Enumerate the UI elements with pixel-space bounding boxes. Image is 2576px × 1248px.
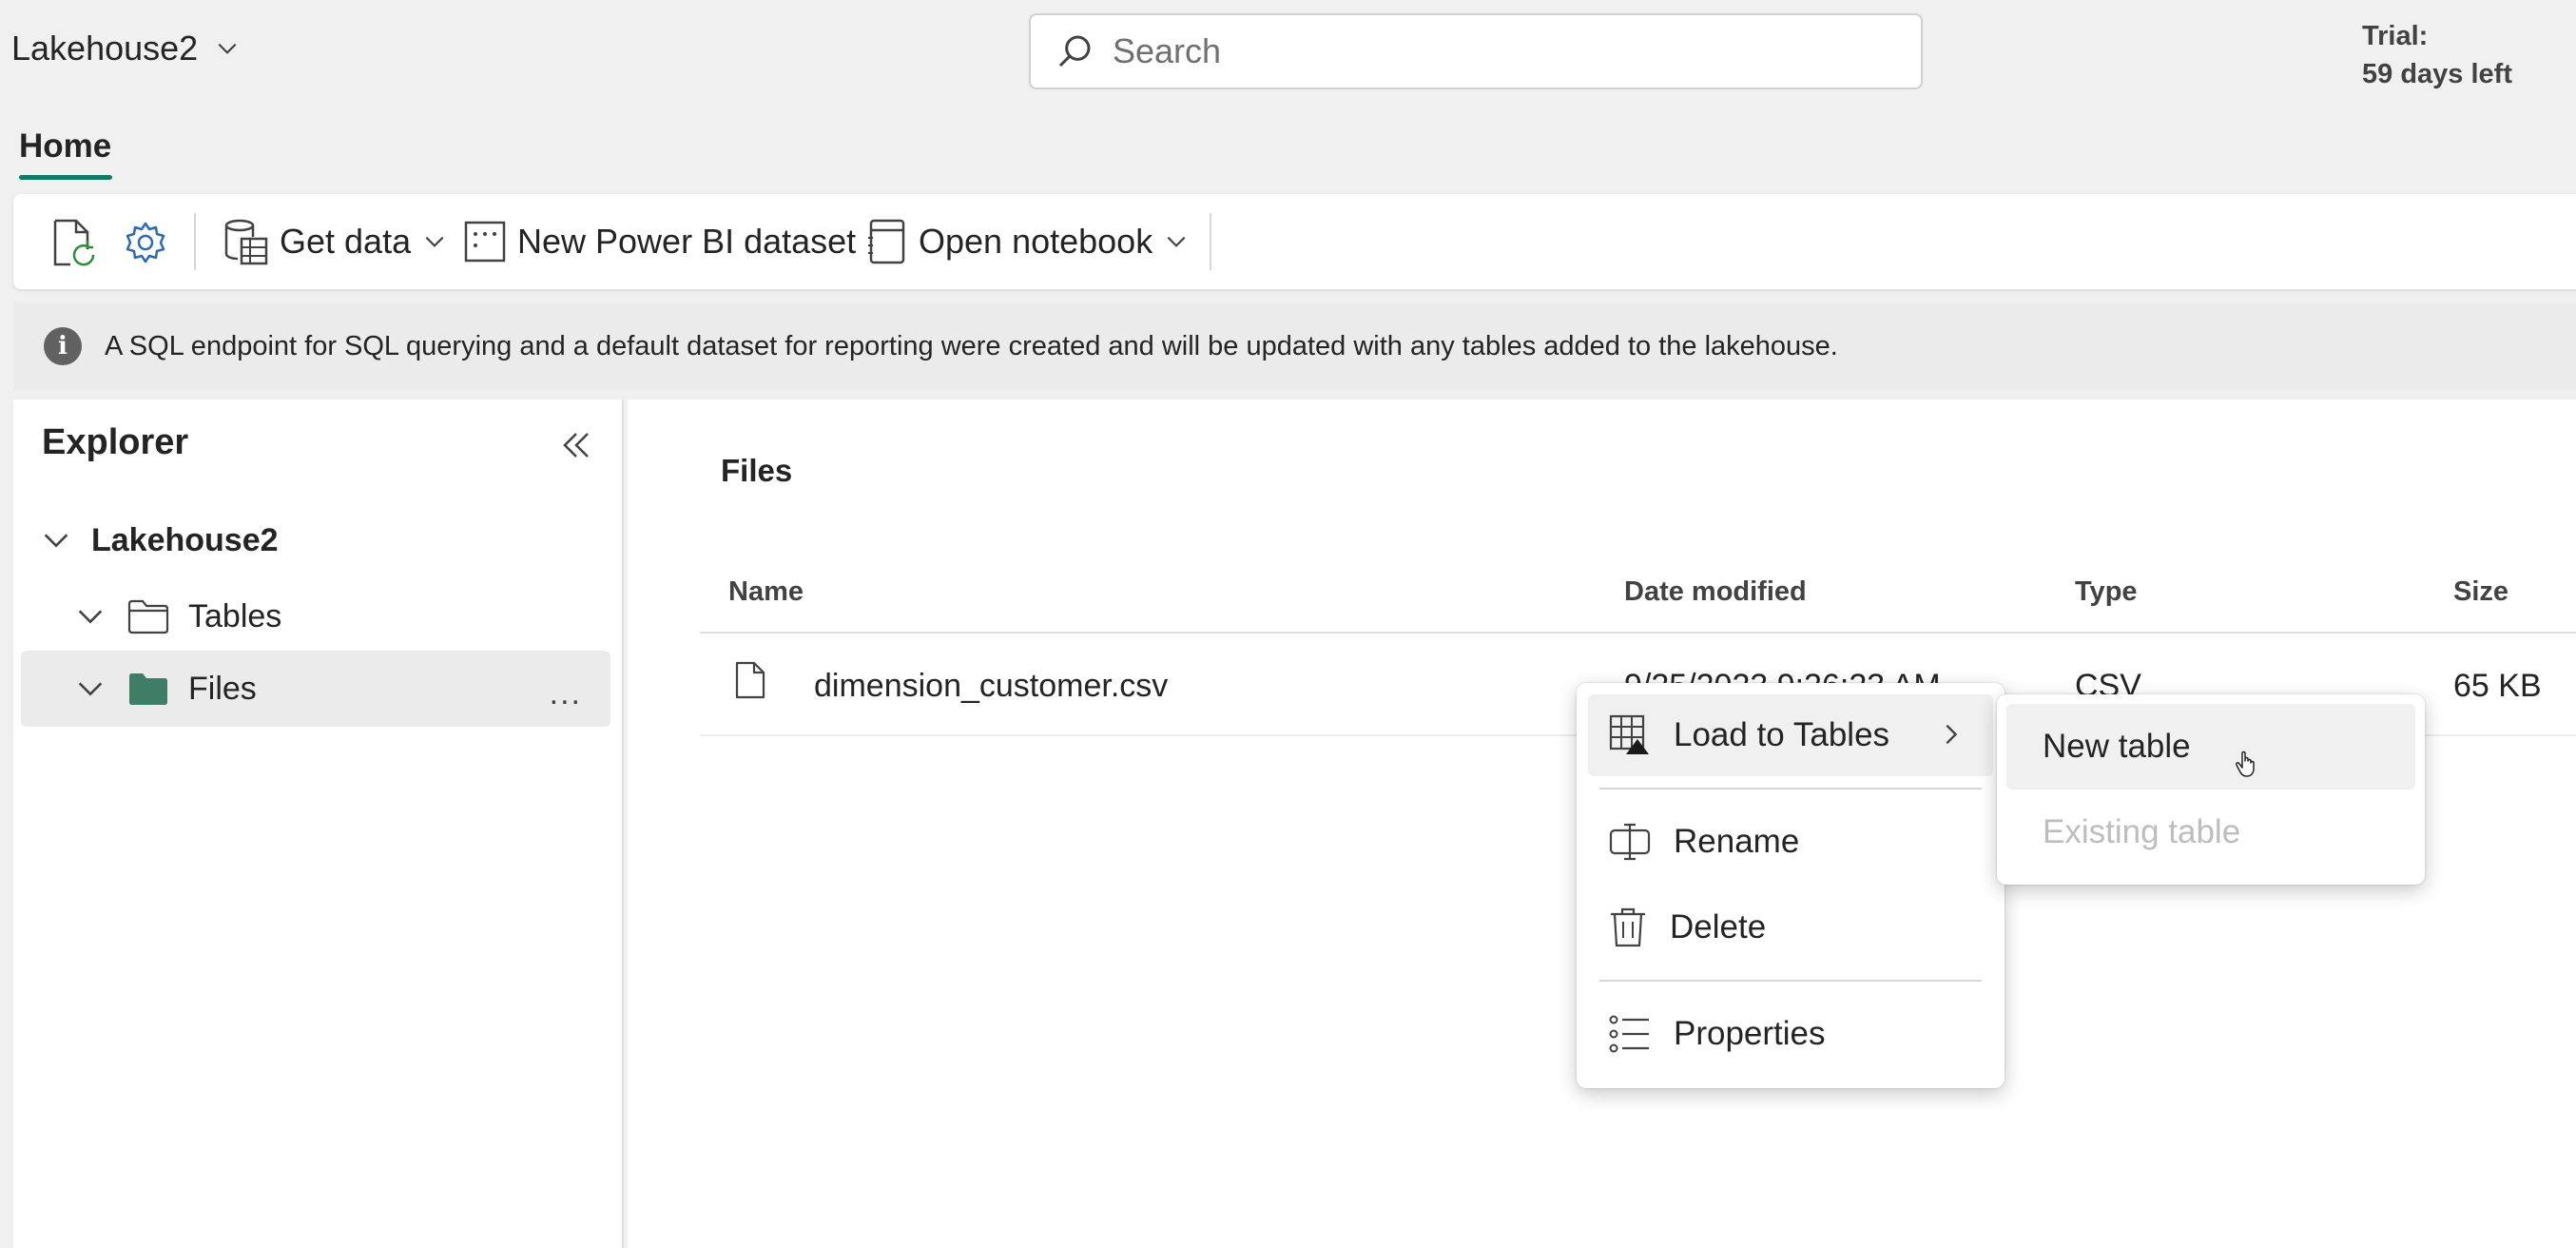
search-box[interactable]	[1029, 13, 1923, 89]
gear-icon	[126, 222, 165, 263]
rename-icon	[1609, 823, 1651, 861]
ribbon-tabs: Home	[0, 107, 2576, 180]
trash-icon	[1611, 907, 1645, 947]
properties-icon	[1609, 1015, 1649, 1053]
chevron-down-icon	[1167, 236, 1186, 247]
tree-tables-label: Tables	[188, 597, 282, 634]
top-bar: Lakehouse2 Trial: 59 days left	[0, 0, 2576, 107]
chevron-down-icon	[78, 610, 103, 624]
hand-cursor-icon	[2236, 751, 2255, 777]
menu-divider	[1599, 788, 1982, 790]
existing-table-label: Existing table	[2043, 813, 2241, 850]
get-data-label: Get data	[280, 222, 412, 261]
ribbon-divider	[1210, 213, 1211, 270]
chevron-down-icon	[218, 43, 237, 54]
column-header-name[interactable]: Name	[728, 576, 804, 608]
tree-lakehouse-label: Lakehouse2	[91, 521, 279, 558]
workspace-name: Lakehouse2	[11, 29, 199, 68]
chevron-down-icon	[44, 534, 68, 548]
folder-icon	[127, 599, 169, 634]
dataset-icon	[464, 221, 506, 263]
tree-files-label: Files	[188, 670, 257, 707]
file-name-cell[interactable]: dimension_customer.csv	[814, 668, 1168, 705]
ribbon-toolbar: Get data New Power BI dataset Open noteb…	[13, 194, 2576, 289]
open-notebook-label: Open notebook	[919, 222, 1153, 261]
info-icon: i	[44, 327, 82, 365]
menu-item-delete[interactable]: Delete	[1588, 887, 1993, 968]
chevron-down-icon	[78, 682, 103, 696]
load-to-tables-label: Load to Tables	[1674, 716, 1890, 753]
info-message: A SQL endpoint for SQL querying and a de…	[105, 330, 1838, 361]
new-dataset-label: New Power BI dataset	[517, 222, 857, 261]
rename-label: Rename	[1674, 823, 1800, 860]
tree-item-lakehouse[interactable]: Lakehouse2	[13, 502, 603, 578]
more-options-icon[interactable]: ...	[550, 675, 582, 712]
submenu-item-new-table[interactable]: New table	[2006, 704, 2415, 790]
new-power-bi-dataset-button[interactable]: New Power BI dataset	[464, 213, 856, 270]
column-header-date-modified[interactable]: Date modified	[1624, 576, 1807, 608]
settings-button[interactable]	[118, 215, 173, 270]
properties-label: Properties	[1674, 1015, 1826, 1052]
menu-divider	[1599, 980, 1982, 982]
collapse-pane-icon[interactable]	[557, 426, 595, 464]
menu-item-properties[interactable]: Properties	[1588, 993, 1993, 1075]
ribbon-divider	[194, 213, 196, 270]
folder-filled-icon	[129, 673, 167, 705]
trial-status: Trial: 59 days left	[2362, 17, 2512, 93]
file-context-menu: Load to Tables Rename Delete Properties	[1577, 683, 2005, 1088]
new-table-label: New table	[2043, 728, 2191, 765]
workspace-switcher[interactable]: Lakehouse2	[11, 29, 240, 68]
notebook-icon	[868, 219, 905, 264]
explorer-title: Explorer	[42, 422, 189, 462]
trial-days-left: 59 days left	[2362, 59, 2512, 89]
submenu-item-existing-table[interactable]: Existing table	[2006, 790, 2415, 875]
column-header-type[interactable]: Type	[2075, 576, 2138, 608]
info-banner: i A SQL endpoint for SQL querying and a …	[13, 302, 2576, 390]
tree-item-tables[interactable]: Tables	[13, 578, 603, 654]
header-divider	[700, 632, 2576, 634]
refresh-file-icon	[53, 219, 95, 266]
explorer-pane: Explorer Lakehouse2 Tables Files ...	[13, 400, 624, 1248]
file-size-cell: 65 KB	[2453, 668, 2542, 704]
chevron-down-icon	[425, 236, 444, 247]
table-load-icon	[1609, 714, 1649, 754]
load-to-tables-submenu: New table Existing table	[1997, 694, 2425, 885]
search-input[interactable]	[1113, 31, 1892, 71]
menu-item-load-to-tables[interactable]: Load to Tables	[1588, 694, 1993, 776]
trial-label: Trial:	[2362, 21, 2429, 51]
file-icon	[735, 661, 765, 699]
menu-item-rename[interactable]: Rename	[1588, 801, 1993, 883]
tree-item-files[interactable]: Files ...	[21, 651, 610, 727]
delete-label: Delete	[1670, 908, 1767, 946]
search-icon	[1058, 35, 1091, 68]
tab-home[interactable]: Home	[19, 127, 111, 166]
tab-home-underline	[19, 175, 112, 180]
column-header-size[interactable]: Size	[2453, 576, 2508, 608]
get-data-button[interactable]: Get data	[223, 213, 447, 270]
database-table-icon	[224, 219, 268, 265]
open-notebook-button[interactable]: Open notebook	[867, 213, 1189, 270]
files-title: Files	[721, 453, 793, 488]
chevron-right-icon	[1946, 724, 1958, 745]
refresh-file-button[interactable]	[46, 215, 101, 270]
